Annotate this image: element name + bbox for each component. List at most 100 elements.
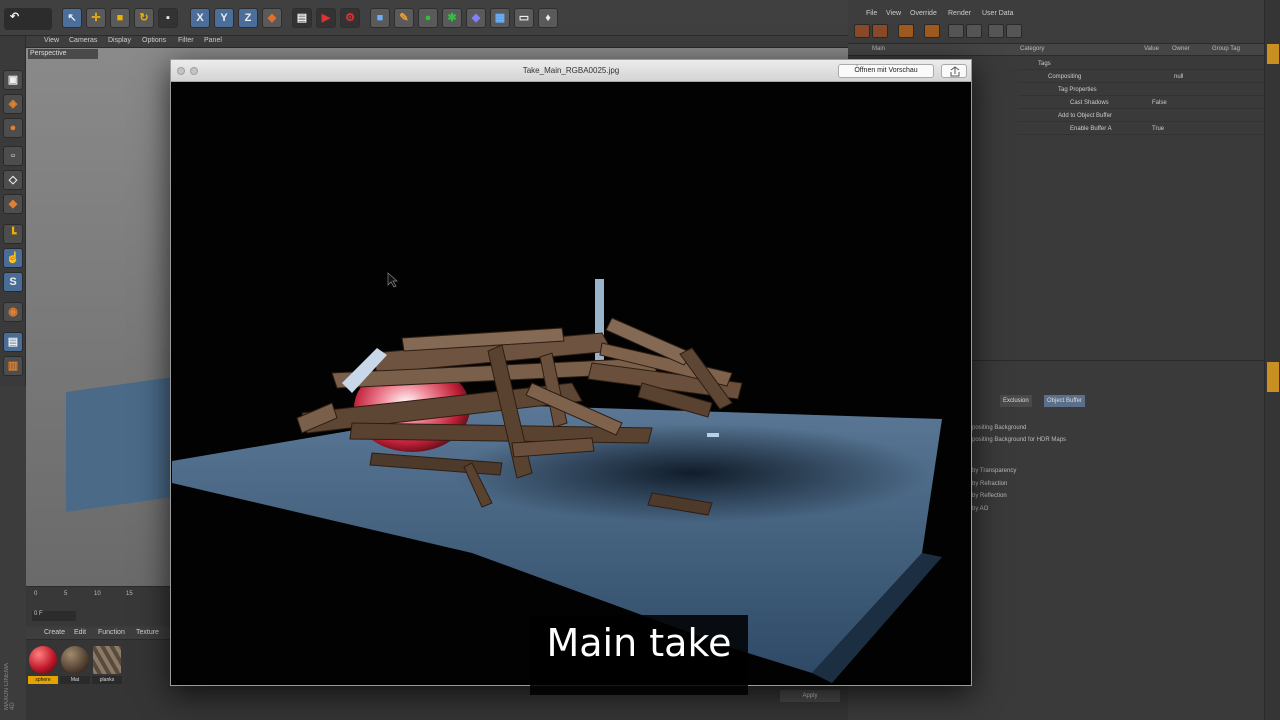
edges-mode-button[interactable]: ◇ bbox=[3, 170, 23, 190]
take-menu-user-data[interactable]: User Data bbox=[982, 10, 1014, 17]
z-axis-button[interactable]: Z bbox=[238, 8, 258, 28]
workplane-button[interactable]: ◉ bbox=[3, 302, 23, 322]
take-tree-row[interactable]: Compositing null bbox=[1018, 71, 1264, 83]
render-view-button[interactable]: ▤ bbox=[292, 8, 312, 28]
viewport-menu-view[interactable]: View bbox=[44, 37, 59, 44]
move-button[interactable]: ✛ bbox=[86, 8, 106, 28]
recent-tool-button[interactable]: ▪ bbox=[158, 8, 178, 28]
viewer-titlebar[interactable]: Take_Main_RGBA0025.jpg Öffnen mit Vorsch… bbox=[171, 60, 971, 82]
tab-object-buffer[interactable]: Object Buffer bbox=[1044, 395, 1085, 407]
column-main[interactable]: Main bbox=[872, 46, 885, 52]
texture-mode-button[interactable]: ● bbox=[3, 118, 23, 138]
light-button[interactable]: ♦ bbox=[538, 8, 558, 28]
take-tree-row[interactable]: Enable Buffer A True bbox=[1018, 123, 1264, 135]
snap-button[interactable]: S bbox=[3, 272, 23, 292]
take-tree-row[interactable]: Tag Properties bbox=[1018, 84, 1264, 96]
rotate-button[interactable]: ↻ bbox=[134, 8, 154, 28]
take-tree-row[interactable]: Tags bbox=[1018, 58, 1264, 70]
take-tool-button[interactable] bbox=[948, 24, 964, 38]
material-preview bbox=[29, 646, 57, 674]
viewport-menu-cameras[interactable]: Cameras bbox=[69, 37, 97, 44]
minimize-window-button[interactable] bbox=[190, 67, 198, 75]
open-with-preview-button[interactable]: Öffnen mit Vorschau bbox=[838, 64, 934, 78]
material-menu-texture[interactable]: Texture bbox=[136, 629, 159, 636]
z-axis-icon: Z bbox=[244, 12, 252, 24]
render-settings-button[interactable]: ⚙ bbox=[340, 8, 360, 28]
make-editable-button[interactable]: ▣ bbox=[3, 70, 23, 90]
tab-exclusion[interactable]: Exclusion bbox=[1000, 395, 1032, 407]
lock-workplane-button[interactable]: ▤ bbox=[3, 332, 23, 352]
take-tree-row[interactable]: Cast Shadows False bbox=[1018, 97, 1264, 109]
undo-button[interactable]: ↶ bbox=[4, 8, 52, 30]
side-tab[interactable] bbox=[1267, 400, 1279, 424]
take-tool-button[interactable] bbox=[1006, 24, 1022, 38]
x-axis-button[interactable]: X bbox=[190, 8, 210, 28]
material-swatch[interactable]: sphere bbox=[28, 646, 58, 684]
take-tool-button[interactable] bbox=[988, 24, 1004, 38]
row-name: Cast Shadows bbox=[1070, 100, 1109, 106]
move-tool-button[interactable]: ↖ bbox=[62, 8, 82, 28]
scale-button[interactable]: ■ bbox=[110, 8, 130, 28]
floor-button[interactable]: ▦ bbox=[490, 8, 510, 28]
image-viewer-window: Take_Main_RGBA0025.jpg Öffnen mit Vorsch… bbox=[170, 59, 972, 686]
move-icon: ✛ bbox=[91, 12, 101, 24]
take-menu-file[interactable]: File bbox=[866, 10, 877, 17]
take-tool-button[interactable] bbox=[854, 24, 870, 38]
timeline-tick: 10 bbox=[94, 591, 101, 597]
viewport-menu-options[interactable]: Options bbox=[142, 37, 166, 44]
viewport-menu-panel[interactable]: Panel bbox=[204, 37, 222, 44]
column-group-tag[interactable]: Group Tag bbox=[1212, 46, 1240, 52]
attribute-row[interactable]: positing Background bbox=[972, 425, 1026, 431]
pen-button[interactable]: ✎ bbox=[394, 8, 414, 28]
x-axis-icon: X bbox=[196, 12, 204, 24]
render-picture-viewer-button[interactable]: ▶ bbox=[316, 8, 336, 28]
column-category[interactable]: Category bbox=[1020, 46, 1044, 52]
share-button[interactable] bbox=[941, 64, 967, 78]
planar-workplane-button[interactable]: ▥ bbox=[3, 356, 23, 376]
coordinate-system-button[interactable]: ◆ bbox=[262, 8, 282, 28]
apply-button[interactable]: Apply bbox=[780, 690, 840, 702]
share-icon bbox=[950, 66, 960, 77]
material-swatch[interactable]: Mat bbox=[60, 646, 90, 684]
take-tree-row[interactable]: Add to Object Buffer bbox=[1018, 110, 1264, 122]
cloner-button[interactable]: ✱ bbox=[442, 8, 462, 28]
viewport-menu-filter[interactable]: Filter bbox=[178, 37, 194, 44]
cube-button[interactable]: ■ bbox=[370, 8, 390, 28]
take-menu-view[interactable]: View bbox=[886, 10, 901, 17]
column-value[interactable]: Value bbox=[1144, 46, 1159, 52]
current-frame-field[interactable]: 0 F bbox=[32, 611, 76, 621]
tweak-mode-button[interactable]: ☝ bbox=[3, 248, 23, 268]
points-mode-button[interactable]: ▫ bbox=[3, 146, 23, 166]
take-tool-button[interactable] bbox=[966, 24, 982, 38]
take-menu-override[interactable]: Override bbox=[910, 10, 937, 17]
material-swatch[interactable]: planks bbox=[92, 646, 122, 684]
take-menu-render[interactable]: Render bbox=[948, 10, 971, 17]
model-mode-button[interactable]: ◈ bbox=[3, 94, 23, 114]
take-tool-button[interactable] bbox=[872, 24, 888, 38]
attribute-row[interactable]: by Transparency bbox=[972, 468, 1016, 474]
column-owner[interactable]: Owner bbox=[1172, 46, 1190, 52]
material-menu-edit[interactable]: Edit bbox=[74, 629, 86, 636]
cube-icon: ■ bbox=[376, 12, 384, 24]
viewport-menu-display[interactable]: Display bbox=[108, 37, 131, 44]
deformer-button[interactable]: ◆ bbox=[466, 8, 486, 28]
attribute-row[interactable]: by Refraction bbox=[972, 481, 1007, 487]
axis-mode-button[interactable]: ┗ bbox=[3, 224, 23, 244]
attribute-row[interactable]: by AO bbox=[972, 506, 988, 512]
take-tool-button[interactable] bbox=[924, 24, 940, 38]
viewport-menu-bar: View Cameras Display Options Filter Pane… bbox=[26, 36, 848, 48]
polygons-mode-button[interactable]: ◆ bbox=[3, 194, 23, 214]
close-window-button[interactable] bbox=[177, 67, 185, 75]
subdivision-button[interactable]: ● bbox=[418, 8, 438, 28]
side-tab[interactable] bbox=[1267, 362, 1279, 392]
side-tab[interactable] bbox=[1267, 130, 1279, 170]
material-menu-create[interactable]: Create bbox=[44, 629, 65, 636]
attribute-row[interactable]: positing Background for HDR Maps bbox=[972, 437, 1066, 443]
attribute-row[interactable]: by Reflection bbox=[972, 493, 1007, 499]
take-tool-button[interactable] bbox=[898, 24, 914, 38]
camera-button[interactable]: ▭ bbox=[514, 8, 534, 28]
side-tab[interactable] bbox=[1267, 80, 1279, 120]
y-axis-button[interactable]: Y bbox=[214, 8, 234, 28]
material-menu-function[interactable]: Function bbox=[98, 629, 125, 636]
side-tab[interactable] bbox=[1267, 44, 1279, 64]
